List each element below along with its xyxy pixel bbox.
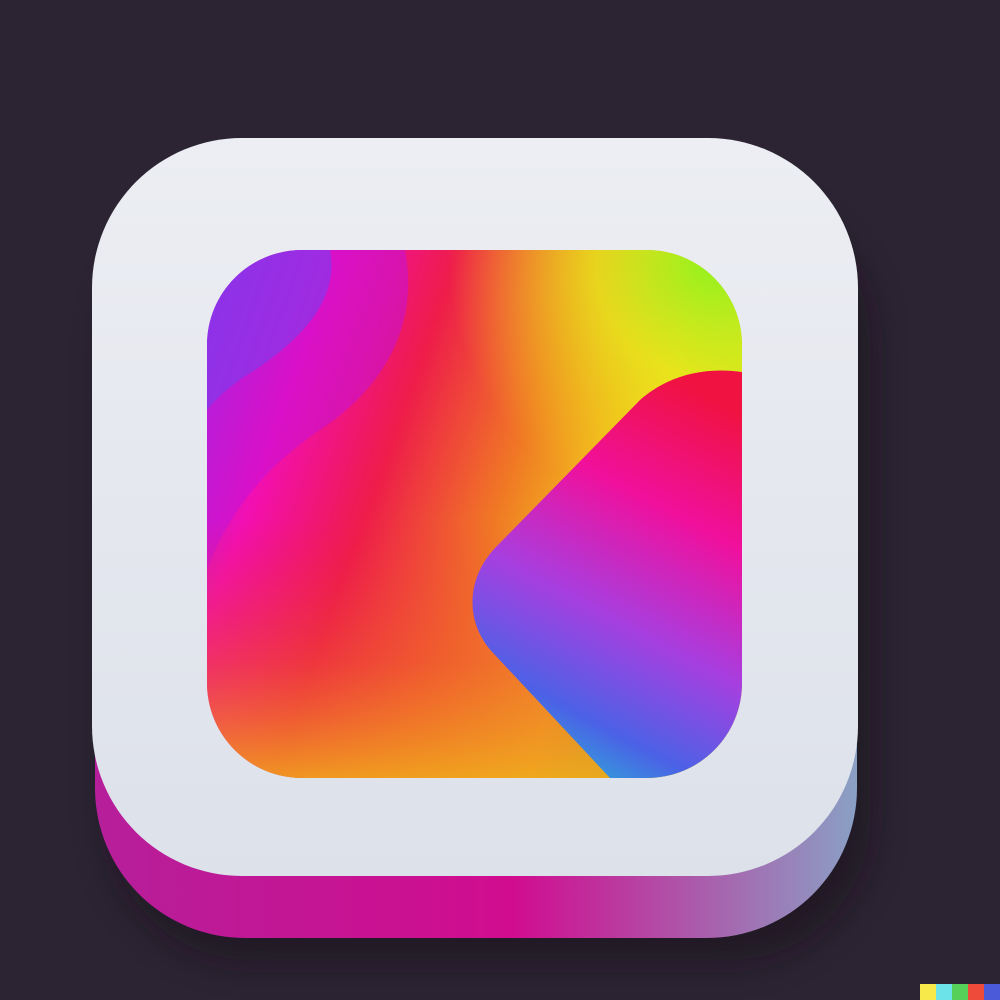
watermark-swatch-2 <box>936 984 952 1000</box>
gradient-app-icon <box>92 138 870 960</box>
watermark-swatch-4 <box>968 984 984 1000</box>
gradient-square <box>207 250 742 778</box>
canvas <box>0 0 1000 1000</box>
watermark-swatch-1 <box>920 984 936 1000</box>
watermark-stripe <box>920 984 1000 1000</box>
watermark-swatch-5 <box>984 984 1000 1000</box>
watermark-swatch-3 <box>952 984 968 1000</box>
